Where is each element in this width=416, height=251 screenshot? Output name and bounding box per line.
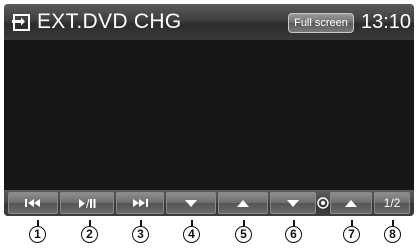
page-toggle-button[interactable]: 1/2: [374, 192, 410, 214]
play-pause-button[interactable]: [60, 192, 114, 214]
play-pause-icon: [78, 198, 95, 208]
page-toggle-label: 1/2: [383, 196, 401, 210]
skip-next-button[interactable]: [116, 192, 164, 214]
callout-2: 2: [81, 226, 98, 243]
triangle-up-icon: [345, 199, 357, 207]
callout-markers: 1 2 3 4 5 6 7 8: [0, 220, 416, 251]
skip-previous-button[interactable]: [8, 192, 58, 214]
source-title: EXT.DVD CHG: [37, 10, 182, 33]
source-input-icon: [12, 14, 30, 31]
title-bar: EXT.DVD CHG Full screen 13:10: [4, 4, 414, 40]
control-bar: 1/2: [4, 190, 414, 216]
clock: 13:10: [361, 11, 412, 33]
folder-down-button[interactable]: [270, 192, 316, 214]
callout-5: 5: [235, 226, 252, 243]
folder-up-button[interactable]: [330, 192, 372, 214]
folder-center-indicator: [316, 192, 330, 214]
disc-icon: [317, 197, 329, 209]
fullscreen-button[interactable]: Full screen: [288, 13, 354, 33]
callout-4: 4: [183, 226, 200, 243]
callout-6: 6: [285, 226, 302, 243]
callout-8: 8: [384, 226, 401, 243]
skip-previous-icon: [25, 199, 40, 207]
callout-1: 1: [29, 226, 46, 243]
triangle-down-icon: [287, 199, 299, 207]
skip-next-icon: [133, 199, 148, 207]
disc-up-button[interactable]: [218, 192, 268, 214]
triangle-up-icon: [237, 199, 249, 207]
triangle-down-icon: [185, 199, 197, 207]
callout-3: 3: [132, 226, 149, 243]
video-display-area[interactable]: [4, 40, 414, 190]
callout-7: 7: [343, 226, 360, 243]
disc-down-button[interactable]: [166, 192, 216, 214]
device-screen: EXT.DVD CHG Full screen 13:10 1/2: [4, 4, 414, 216]
